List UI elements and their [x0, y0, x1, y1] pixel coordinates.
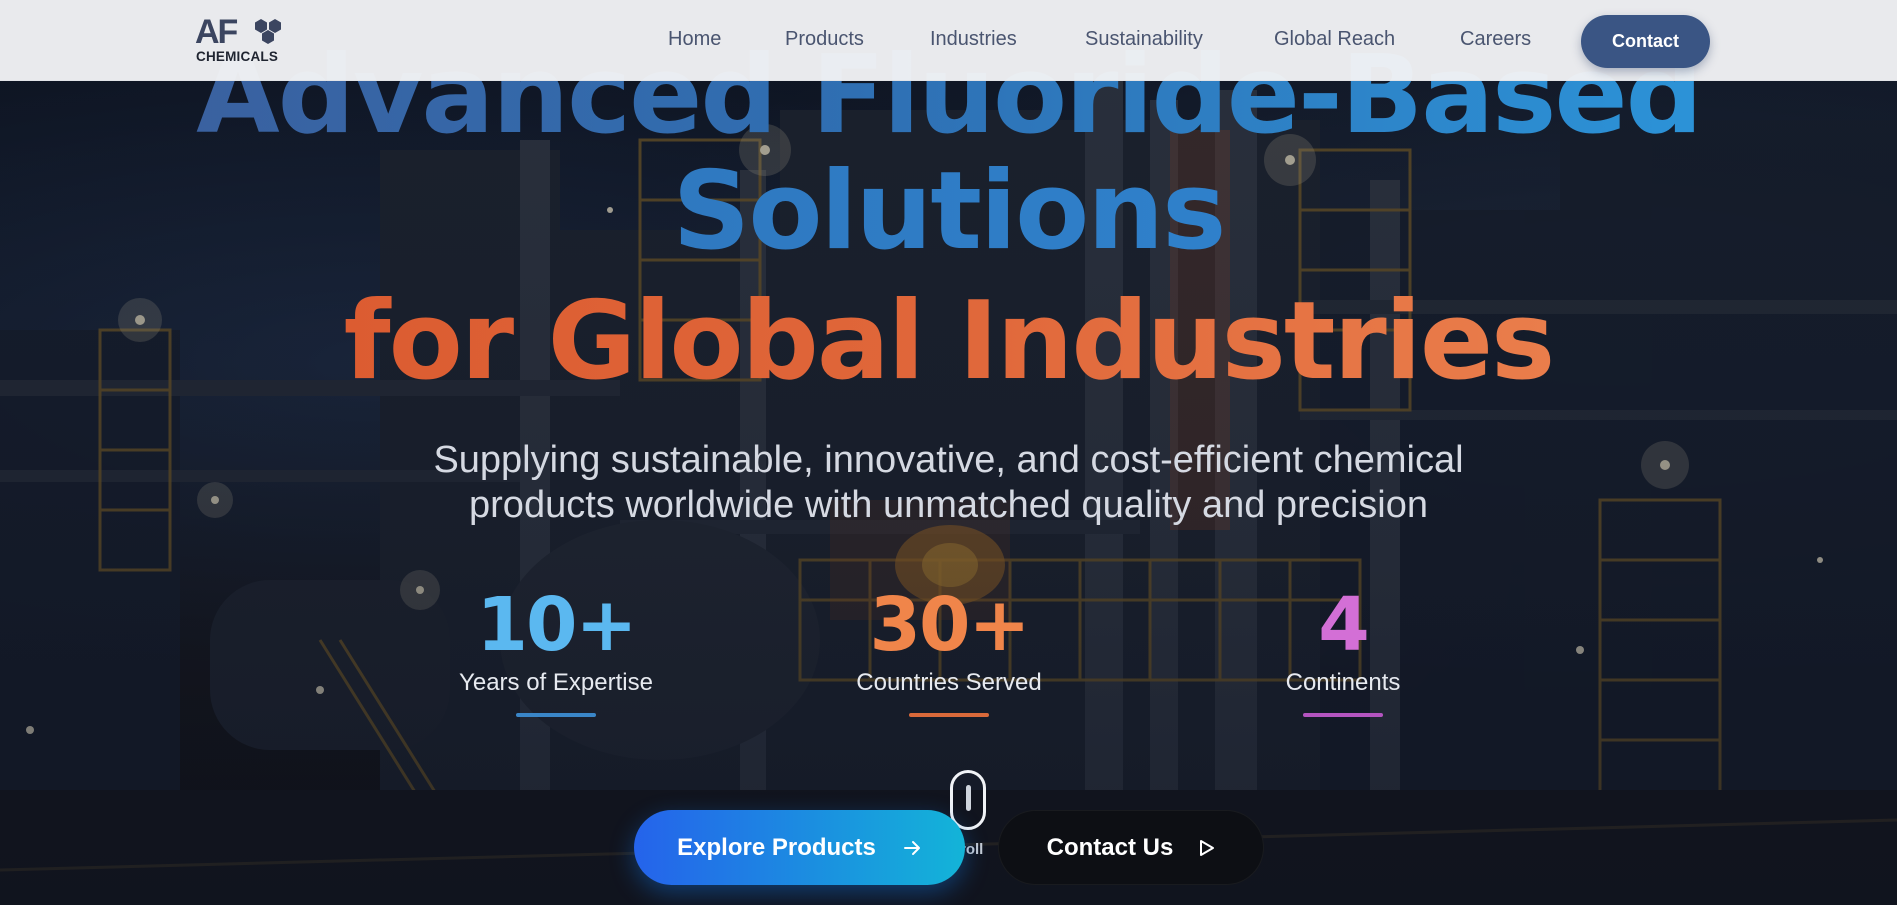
explore-products-button[interactable]: Explore Products [634, 810, 965, 885]
nav-products[interactable]: Products [785, 28, 864, 51]
logo-letters: AF [195, 13, 238, 51]
stat-continents: 4 Continents [1193, 585, 1493, 717]
stat-label: Years of Expertise [459, 669, 653, 696]
stat-value: 4 [1318, 582, 1370, 668]
stat-underline [1303, 713, 1383, 717]
hero-subtitle-line1: Supplying sustainable, innovative, and c… [433, 439, 1464, 481]
stat-underline [516, 713, 596, 717]
stat-value: 10+ [476, 582, 638, 668]
stat-countries: 30+ Countries Served [799, 585, 1099, 717]
top-navbar: AF CHEMICALS Home Products Industries Su… [0, 0, 1897, 81]
hero-headline-line3: for Global Industries [0, 288, 1897, 396]
arrow-right-icon [903, 840, 920, 855]
play-outline-icon [1200, 839, 1215, 856]
contact-us-button[interactable]: Contact Us [998, 810, 1264, 885]
nav-careers[interactable]: Careers [1460, 28, 1531, 51]
logo-subtext: CHEMICALS [196, 49, 279, 64]
stat-years: 10+ Years of Expertise [406, 585, 706, 717]
nav-global-reach[interactable]: Global Reach [1274, 28, 1395, 51]
hexagon-cluster-icon [255, 19, 281, 44]
stat-underline [909, 713, 989, 717]
mouse-scroll-icon[interactable] [950, 770, 986, 830]
hero-subtitle-line2: products worldwide with unmatched qualit… [469, 484, 1428, 526]
scroll-wheel-dot [966, 785, 971, 811]
contact-us-label: Contact Us [1046, 833, 1174, 861]
hero-subtitle: Supplying sustainable, innovative, and c… [0, 438, 1897, 528]
nav-home[interactable]: Home [668, 28, 721, 51]
company-logo[interactable]: AF CHEMICALS [195, 13, 295, 65]
nav-industries[interactable]: Industries [930, 28, 1017, 51]
stat-label: Continents [1285, 669, 1401, 696]
nav-sustainability[interactable]: Sustainability [1085, 28, 1203, 51]
stat-label: Countries Served [856, 669, 1042, 696]
hero-headline-line2: Solutions [0, 158, 1897, 266]
nav-contact-button[interactable]: Contact [1581, 15, 1710, 68]
explore-products-label: Explore Products [677, 833, 876, 861]
stat-value: 30+ [869, 582, 1031, 668]
